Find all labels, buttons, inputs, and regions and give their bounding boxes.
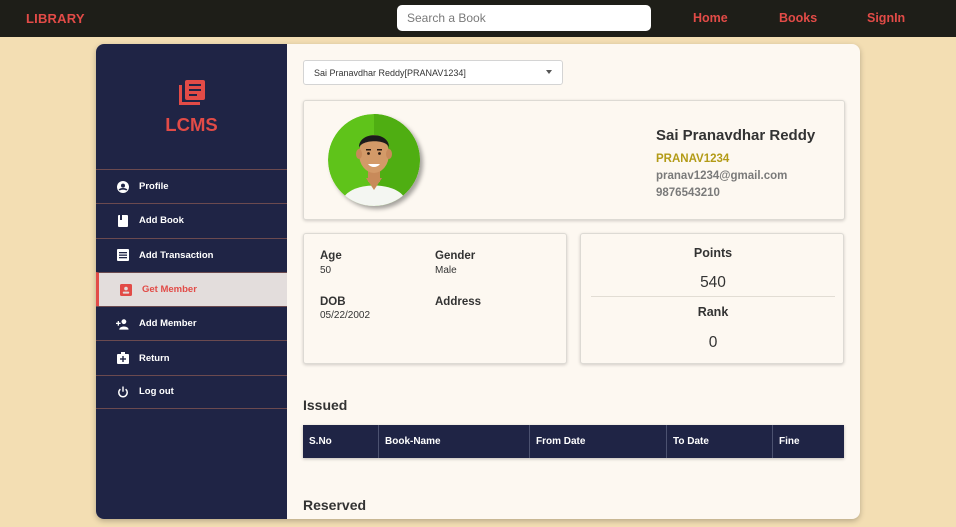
reserved-section-title: Reserved	[303, 497, 367, 513]
sidebar-item-profile[interactable]: Profile	[96, 169, 287, 203]
age-value: 50	[320, 265, 332, 276]
nav-home-link[interactable]: Home	[693, 11, 728, 25]
member-select[interactable]: Sai Pranavdhar Reddy[PRANAV1234]	[303, 60, 563, 85]
sidebar-item-log-out[interactable]: Log out	[96, 374, 287, 410]
issued-table-header: S.No Book-Name From Date To Date Fine	[303, 425, 844, 458]
chevron-down-icon	[546, 70, 552, 74]
gender-value: Male	[435, 265, 457, 276]
sidebar-item-get-member[interactable]: Get Member	[96, 271, 287, 307]
account-circle-icon	[116, 180, 129, 193]
library-books-icon	[179, 80, 205, 105]
avatar	[328, 114, 420, 206]
member-email: pranav1234@gmail.com	[656, 170, 788, 182]
profile-panel: Sai Pranavdhar Reddy PRANAV1234 pranav12…	[303, 100, 845, 220]
column-header: Book-Name	[379, 425, 530, 458]
rank-value: 0	[708, 334, 718, 351]
sidebar-item-add-member[interactable]: Add Member	[96, 306, 287, 340]
nav-signin-link[interactable]: SignIn	[867, 11, 905, 25]
sidebar-item-label: Add Transaction	[139, 249, 214, 261]
points-label: Points	[693, 246, 733, 260]
search-input[interactable]	[397, 5, 651, 31]
member-card: LCMS Profile Add Book Add Transaction Ge…	[96, 44, 860, 519]
column-header: Fine	[779, 436, 800, 447]
sidebar-item-label: Return	[139, 352, 170, 364]
member-select-value: Sai Pranavdhar Reddy[PRANAV1234]	[314, 67, 466, 78]
nav-books-link[interactable]: Books	[779, 11, 817, 25]
member-id: PRANAV1234	[656, 153, 730, 165]
member-name: Sai Pranavdhar Reddy	[656, 127, 816, 144]
top-navbar: LIBRARY Home Books SignIn	[0, 0, 956, 37]
return-box-icon	[116, 352, 129, 365]
brand-logo[interactable]: LIBRARY	[26, 11, 85, 26]
column-header: S.No	[303, 425, 379, 458]
badge-icon	[119, 283, 132, 296]
sidebar-menu: Profile Add Book Add Transaction Get Mem…	[96, 169, 287, 410]
gender-label: Gender	[435, 250, 476, 262]
sidebar-item-return[interactable]: Return	[96, 340, 287, 374]
sidebar-item-label: Log out	[139, 386, 174, 398]
book-icon	[116, 214, 129, 227]
column-header: From Date	[530, 425, 667, 458]
power-icon	[116, 385, 129, 398]
sidebar-item-add-transaction[interactable]: Add Transaction	[96, 237, 287, 272]
dob-label: DOB	[320, 296, 346, 308]
list-icon	[116, 249, 129, 262]
rank-label: Rank	[697, 305, 729, 319]
sidebar-item-label: Add Book	[139, 215, 184, 227]
points-value: 540	[700, 274, 726, 291]
main-content: Sai Pranavdhar Reddy[PRANAV1234] Sai Pra…	[287, 44, 860, 519]
stats-panel: Points 540 Rank 0	[580, 233, 844, 364]
sidebar-item-label: Add Member	[139, 318, 197, 330]
issued-section-title: Issued	[303, 397, 348, 413]
dob-value: 05/22/2002	[320, 310, 371, 321]
address-label: Address	[435, 296, 482, 308]
sidebar-item-label: Get Member	[142, 284, 197, 296]
person-add-icon	[116, 317, 129, 330]
member-phone: 9876543210	[656, 187, 720, 199]
column-header: To Date	[667, 425, 773, 458]
stats-divider	[591, 296, 835, 297]
sidebar: LCMS Profile Add Book Add Transaction Ge…	[96, 44, 287, 519]
details-panel: Age 50 Gender Male DOB 05/22/2002 Addres…	[303, 233, 567, 364]
app-logo-text: LCMS	[165, 114, 218, 135]
age-label: Age	[320, 250, 342, 262]
sidebar-item-add-book[interactable]: Add Book	[96, 203, 287, 237]
sidebar-item-label: Profile	[139, 181, 169, 193]
